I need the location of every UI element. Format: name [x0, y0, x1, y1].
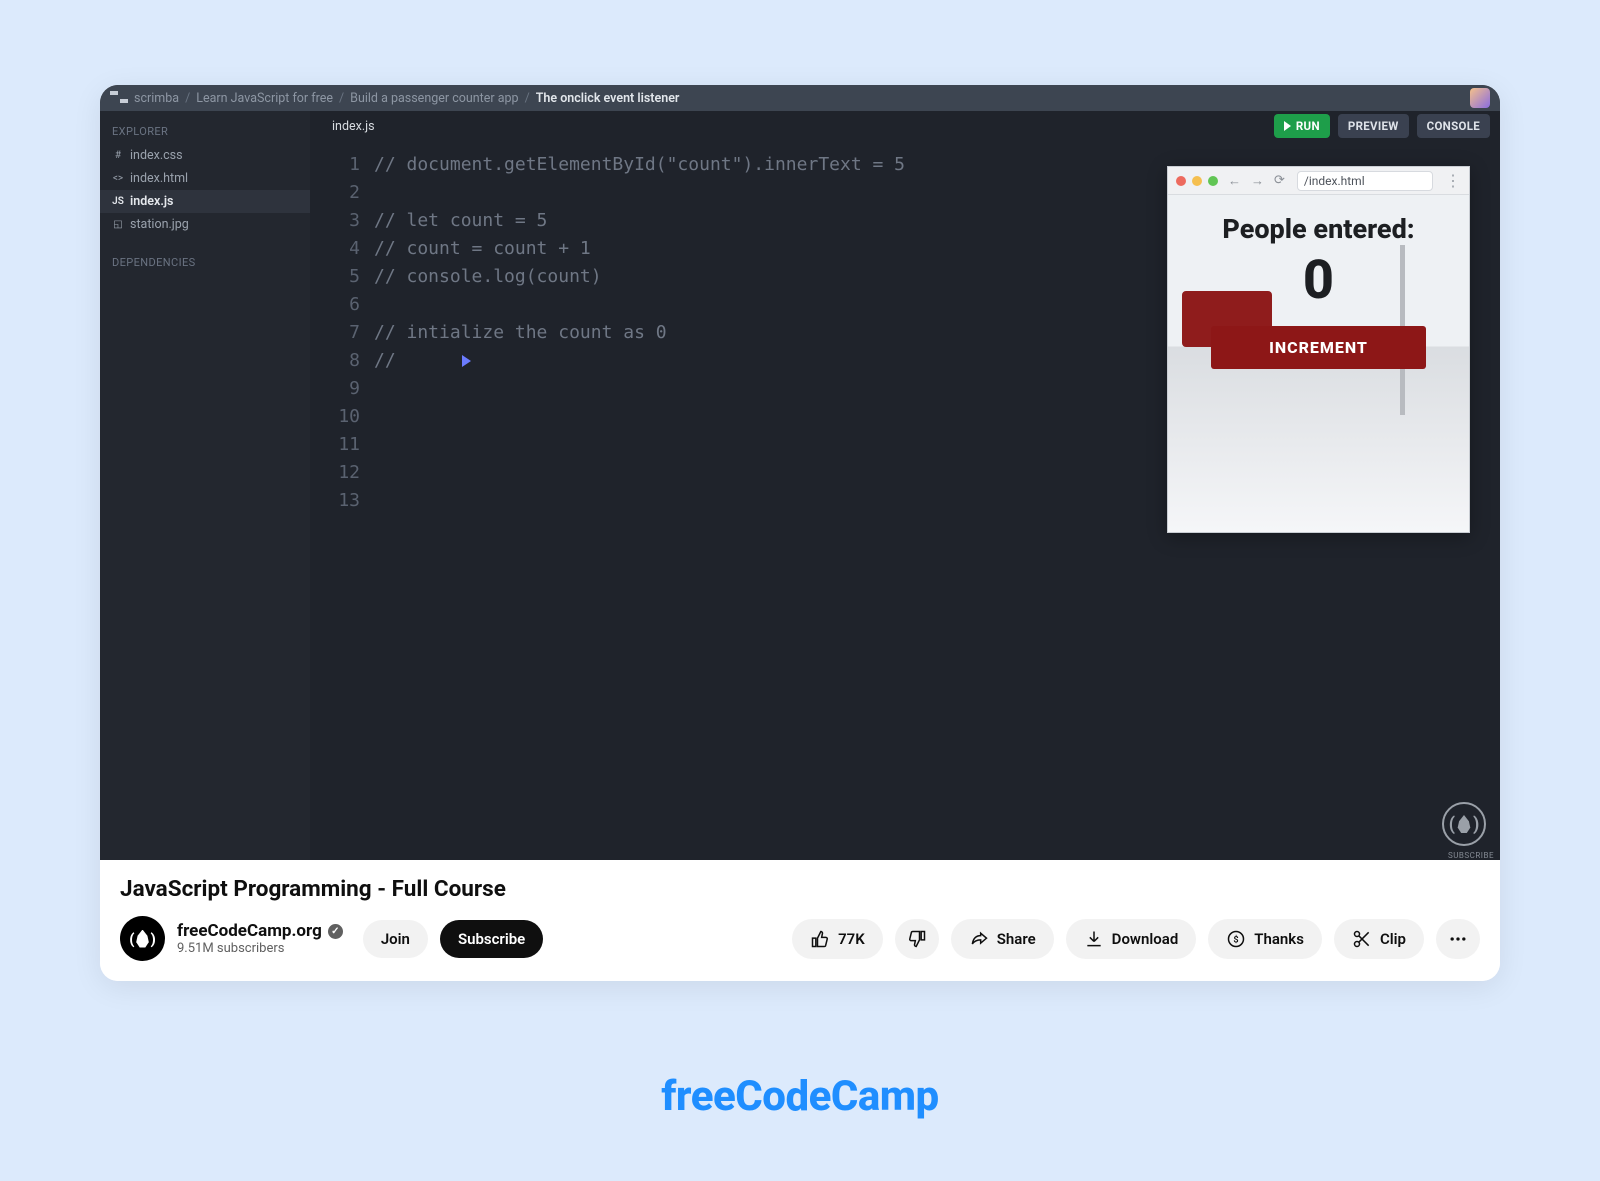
- code-area: index.js RUN PREVIEW CONSOLE 12345678910…: [310, 111, 1500, 860]
- traffic-close-icon[interactable]: [1176, 176, 1186, 186]
- editor-tab-indexjs[interactable]: index.js: [324, 113, 383, 140]
- breadcrumb-separator: /: [185, 91, 190, 106]
- more-icon: [1448, 929, 1468, 949]
- channel-block: freeCodeCamp.org ✓ 9.51M subscribers: [177, 921, 343, 956]
- like-button[interactable]: 77K: [792, 919, 883, 959]
- scrimba-logo-icon: [110, 91, 128, 105]
- dislike-button[interactable]: [895, 919, 939, 959]
- breadcrumb-item-2[interactable]: The onclick event listener: [536, 91, 680, 106]
- file-name: index.css: [130, 148, 183, 163]
- line-gutter: 12345678910111213: [310, 151, 374, 860]
- thumbs-up-icon: [810, 929, 830, 949]
- run-label: RUN: [1296, 119, 1320, 133]
- breadcrumb-item-1[interactable]: Build a passenger counter app: [350, 91, 518, 106]
- dependencies-label: DEPENDENCIES: [100, 250, 310, 275]
- clip-button[interactable]: Clip: [1334, 919, 1424, 959]
- download-button[interactable]: Download: [1066, 919, 1197, 959]
- preview-window: ← → ⟳ /index.html ⋮ People entered: 0: [1167, 166, 1470, 533]
- css-file-icon: #: [112, 150, 124, 161]
- nav-forward-icon[interactable]: →: [1251, 173, 1264, 189]
- breadcrumb-separator: /: [339, 91, 344, 106]
- preview-button[interactable]: PREVIEW: [1338, 114, 1409, 138]
- svg-text:$: $: [1234, 934, 1239, 945]
- file-index-css[interactable]: # index.css: [100, 144, 310, 167]
- preview-increment-button[interactable]: INCREMENT: [1211, 326, 1426, 369]
- brand-name[interactable]: scrimba: [134, 91, 179, 106]
- image-file-icon: ◱: [112, 219, 124, 230]
- file-name: station.jpg: [130, 217, 189, 232]
- preview-heading: People entered:: [1168, 195, 1469, 245]
- file-index-js[interactable]: JS index.js: [100, 190, 310, 213]
- editor-actions: RUN PREVIEW CONSOLE: [1274, 111, 1490, 141]
- preview-count: 0: [1168, 249, 1469, 312]
- fcc-watermark-icon: (): [1442, 802, 1486, 846]
- file-name: index.html: [130, 171, 188, 186]
- preview-viewport: People entered: 0 INCREMENT: [1168, 195, 1469, 532]
- download-icon: [1084, 929, 1104, 949]
- thanks-icon: $: [1226, 929, 1246, 949]
- file-name: index.js: [130, 194, 174, 209]
- video-actions-row: () freeCodeCamp.org ✓ 9.51M subscribers …: [120, 916, 1480, 961]
- breadcrumb-separator: /: [525, 91, 530, 106]
- preview-titlebar: ← → ⟳ /index.html ⋮: [1168, 167, 1469, 195]
- subscriber-count: 9.51M subscribers: [177, 941, 343, 956]
- file-station-jpg[interactable]: ◱ station.jpg: [100, 213, 310, 236]
- footer-brand: freeCodeCamp: [661, 1072, 938, 1121]
- play-icon: [1284, 121, 1291, 131]
- clip-label: Clip: [1380, 930, 1406, 948]
- breadcrumb-bar: scrimba / Learn JavaScript for free / Bu…: [100, 85, 1500, 111]
- preview-url-field[interactable]: /index.html: [1297, 171, 1433, 191]
- js-file-icon: JS: [112, 196, 124, 207]
- file-index-html[interactable]: <> index.html: [100, 167, 310, 190]
- video-title: JavaScript Programming - Full Course: [120, 876, 1480, 902]
- console-button[interactable]: CONSOLE: [1417, 114, 1490, 138]
- thumbs-down-icon: [907, 929, 927, 949]
- share-button[interactable]: Share: [951, 919, 1054, 959]
- thanks-button[interactable]: $ Thanks: [1208, 919, 1322, 959]
- scissors-icon: [1352, 929, 1372, 949]
- nav-reload-icon[interactable]: ⟳: [1274, 173, 1285, 188]
- fcc-watermark-text: SUBSCRIBE: [1448, 851, 1494, 860]
- share-icon: [969, 929, 989, 949]
- share-label: Share: [997, 930, 1036, 948]
- join-button[interactable]: Join: [363, 920, 428, 958]
- file-explorer: EXPLORER # index.css <> index.html JS in…: [100, 111, 310, 860]
- like-count: 77K: [838, 930, 865, 948]
- html-file-icon: <>: [112, 173, 124, 184]
- channel-name[interactable]: freeCodeCamp.org ✓: [177, 921, 343, 941]
- breadcrumb-item-0[interactable]: Learn JavaScript for free: [196, 91, 333, 106]
- editor-shell: scrimba / Learn JavaScript for free / Bu…: [100, 85, 1500, 860]
- traffic-min-icon[interactable]: [1192, 176, 1202, 186]
- channel-name-text: freeCodeCamp.org: [177, 921, 322, 941]
- editor-cursor-icon: [462, 355, 471, 367]
- subscribe-button[interactable]: Subscribe: [440, 920, 543, 958]
- download-label: Download: [1112, 930, 1179, 948]
- thanks-label: Thanks: [1254, 930, 1304, 948]
- editor-main: EXPLORER # index.css <> index.html JS in…: [100, 111, 1500, 860]
- more-actions-button[interactable]: [1436, 919, 1480, 959]
- preview-url-text: /index.html: [1304, 174, 1365, 188]
- nav-back-icon[interactable]: ←: [1228, 173, 1241, 189]
- preview-menu-icon[interactable]: ⋮: [1445, 171, 1461, 190]
- video-info-strip: JavaScript Programming - Full Course () …: [100, 860, 1500, 981]
- explorer-label: EXPLORER: [100, 119, 310, 144]
- run-button[interactable]: RUN: [1274, 114, 1330, 138]
- app-card: scrimba / Learn JavaScript for free / Bu…: [100, 85, 1500, 981]
- channel-avatar[interactable]: (): [120, 916, 165, 961]
- user-avatar[interactable]: [1470, 88, 1490, 108]
- traffic-max-icon[interactable]: [1208, 176, 1218, 186]
- verified-badge-icon: ✓: [328, 924, 343, 939]
